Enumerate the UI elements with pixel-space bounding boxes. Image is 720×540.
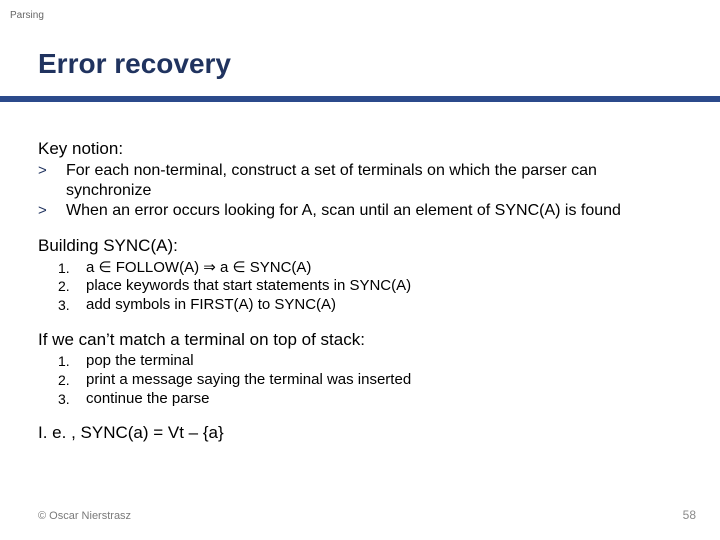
topic-label: Parsing bbox=[10, 10, 44, 21]
build-item-3: add symbols in FIRST(A) to SYNC(A) bbox=[86, 296, 682, 315]
list-item: 1. a ∈ FOLLOW(A) ⇒ a ∈ SYNC(A) bbox=[58, 259, 682, 278]
list-number: 3. bbox=[58, 296, 86, 315]
page-number: 58 bbox=[683, 508, 696, 522]
build-item-1: a ∈ FOLLOW(A) ⇒ a ∈ SYNC(A) bbox=[86, 259, 682, 278]
page-title: Error recovery bbox=[38, 48, 231, 80]
list-item: 3. add symbols in FIRST(A) to SYNC(A) bbox=[58, 296, 682, 315]
key-item-1: For each non-terminal, construct a set o… bbox=[66, 161, 682, 201]
nomatch-lead: If we can’t match a terminal on top of s… bbox=[38, 329, 682, 350]
list-item: 3. continue the parse bbox=[58, 390, 682, 409]
slide: Parsing Error recovery Key notion: > For… bbox=[0, 0, 720, 540]
list-number: 2. bbox=[58, 277, 86, 296]
title-rule bbox=[0, 96, 720, 102]
list-number: 1. bbox=[58, 352, 86, 371]
list-item: 1. pop the terminal bbox=[58, 352, 682, 371]
build-item-2: place keywords that start statements in … bbox=[86, 277, 682, 296]
nomatch-item-3: continue the parse bbox=[86, 390, 682, 409]
nomatch-section: If we can’t match a terminal on top of s… bbox=[38, 329, 682, 409]
list-item: > When an error occurs looking for A, sc… bbox=[38, 201, 682, 221]
building-lead: Building SYNC(A): bbox=[38, 235, 682, 256]
key-notion-section: Key notion: > For each non-terminal, con… bbox=[38, 138, 682, 221]
key-notion-lead: Key notion: bbox=[38, 138, 682, 159]
list-item: 2. place keywords that start statements … bbox=[58, 277, 682, 296]
nomatch-item-2: print a message saying the terminal was … bbox=[86, 371, 682, 390]
list-number: 1. bbox=[58, 259, 86, 278]
chevron-right-icon: > bbox=[38, 201, 66, 221]
chevron-right-icon: > bbox=[38, 161, 66, 201]
footer-copyright: © Oscar Nierstrasz bbox=[38, 510, 131, 522]
key-item-2: When an error occurs looking for A, scan… bbox=[66, 201, 682, 221]
ie-line: I. e. , SYNC(a) = Vt – {a} bbox=[38, 422, 682, 443]
list-number: 2. bbox=[58, 371, 86, 390]
list-item: 2. print a message saying the terminal w… bbox=[58, 371, 682, 390]
content-area: Key notion: > For each non-terminal, con… bbox=[38, 138, 682, 446]
list-number: 3. bbox=[58, 390, 86, 409]
building-section: Building SYNC(A): 1. a ∈ FOLLOW(A) ⇒ a ∈… bbox=[38, 235, 682, 315]
nomatch-item-1: pop the terminal bbox=[86, 352, 682, 371]
list-item: > For each non-terminal, construct a set… bbox=[38, 161, 682, 201]
